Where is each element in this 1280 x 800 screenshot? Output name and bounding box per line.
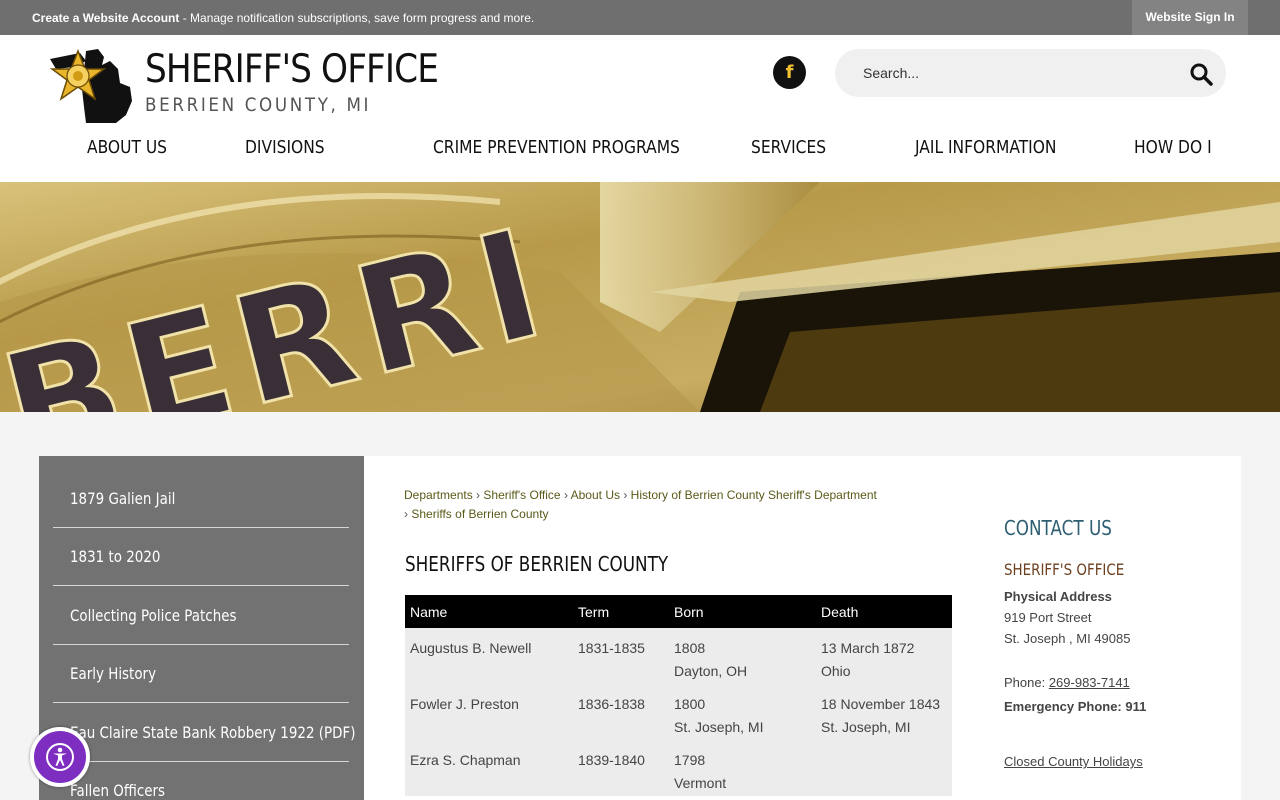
born-place: St. Joseph, MI <box>674 719 764 735</box>
sidebar-item-fallen-officers[interactable]: Fallen Officers <box>53 762 349 800</box>
sheriffs-table: Name Term Born Death Augustus B. Newell … <box>405 595 952 796</box>
cell-death: 13 March 1872 Ohio <box>816 628 952 684</box>
search-input[interactable] <box>863 63 1163 83</box>
holidays-line: Closed County Holidays <box>1004 754 1143 769</box>
main-content: Departments › Sheriff's Office › About U… <box>364 456 1241 800</box>
cell-born: 1808 Dayton, OH <box>669 628 816 684</box>
office-heading: SHERIFF'S OFFICE <box>1004 560 1125 579</box>
cell-name: Ezra S. Chapman <box>405 740 573 796</box>
cell-term: 1839-1840 <box>573 740 669 796</box>
page-title: SHERIFFS OF BERRIEN COUNTY <box>405 552 669 576</box>
phone-line: Phone: 269-983-7141 <box>1004 675 1130 690</box>
cell-term: 1836-1838 <box>573 684 669 740</box>
breadcrumb-separator: › <box>563 488 568 502</box>
sidebar-item-label: 1879 Galien Jail <box>70 489 176 508</box>
search-icon[interactable] <box>1189 62 1213 86</box>
facebook-icon[interactable]: f <box>773 56 806 89</box>
death-place: St. Joseph, MI <box>821 719 911 735</box>
address-label: Physical Address <box>1004 589 1112 604</box>
column-header-name: Name <box>405 595 573 628</box>
breadcrumb-about-us[interactable]: About Us <box>571 488 620 502</box>
born-year: 1800 <box>674 696 706 712</box>
breadcrumb-separator: › <box>404 507 408 521</box>
sidebar-item-early-history[interactable]: Early History <box>53 645 349 703</box>
street-address: 919 Port Street <box>1004 610 1092 625</box>
cell-born: 1798 Vermont <box>669 740 816 796</box>
account-description: - Manage notification subscriptions, sav… <box>179 11 535 25</box>
breadcrumb: Departments › Sheriff's Office › About U… <box>404 486 924 524</box>
column-header-term: Term <box>573 595 669 628</box>
table-header-row: Name Term Born Death <box>405 595 952 628</box>
accessibility-button[interactable] <box>30 727 90 787</box>
main-navigation: ABOUT US DIVISIONS CRIME PREVENTION PROG… <box>0 137 1280 163</box>
cell-term: 1831-1835 <box>573 628 669 684</box>
column-header-born: Born <box>669 595 816 628</box>
nav-crime-prevention-programs[interactable]: CRIME PREVENTION PROGRAMS <box>433 137 680 158</box>
nav-services[interactable]: SERVICES <box>751 137 826 158</box>
hero-banner-image: BERRI <box>0 182 1280 412</box>
phone-link[interactable]: 269-983-7141 <box>1049 675 1130 690</box>
death-date: 13 March 1872 <box>821 640 915 656</box>
sidebar-item-label: Collecting Police Patches <box>70 606 237 625</box>
born-year: 1808 <box>674 640 706 656</box>
site-subtitle: BERRIEN COUNTY, MI <box>145 94 372 116</box>
breadcrumb-current-page[interactable]: Sheriffs of Berrien County <box>411 507 548 521</box>
city-state-zip: St. Joseph , MI 49085 <box>1004 631 1131 646</box>
sidebar-item-1879-galien-jail[interactable]: 1879 Galien Jail <box>53 470 349 528</box>
sheriff-badge-icon[interactable] <box>46 43 136 125</box>
cell-name: Augustus B. Newell <box>405 628 573 684</box>
account-message: Create a Website Account - Manage notifi… <box>32 11 534 25</box>
accessibility-person-icon <box>46 743 74 771</box>
nav-jail-information[interactable]: JAIL INFORMATION <box>915 137 1057 158</box>
sidebar-item-collecting-police-patches[interactable]: Collecting Police Patches <box>53 587 349 645</box>
death-date: 18 November 1843 <box>821 696 941 712</box>
nav-about-us[interactable]: ABOUT US <box>87 137 167 158</box>
website-sign-in-button[interactable]: Website Sign In <box>1132 0 1248 35</box>
badge-photo: BERRI <box>0 182 1280 412</box>
closed-county-holidays-link[interactable]: Closed County Holidays <box>1004 754 1143 769</box>
sidebar-item-label: 1831 to 2020 <box>70 547 161 566</box>
breadcrumb-history[interactable]: History of Berrien County Sheriff's Depa… <box>631 488 877 502</box>
sidebar-item-label: Early History <box>70 664 157 683</box>
sidebar-item-label: Fallen Officers <box>70 781 166 800</box>
breadcrumb-separator: › <box>623 488 628 502</box>
born-year: 1798 <box>674 752 706 768</box>
nav-how-do-i[interactable]: HOW DO I <box>1134 137 1212 158</box>
breadcrumb-separator: › <box>476 488 481 502</box>
top-utility-bar: Create a Website Account - Manage notifi… <box>0 0 1280 35</box>
contact-us-panel: CONTACT US SHERIFF'S OFFICE Physical Add… <box>1004 516 1224 769</box>
create-account-link[interactable]: Create a Website Account <box>32 11 179 25</box>
search-box <box>835 49 1226 97</box>
cell-death: 18 November 1843 St. Joseph, MI <box>816 684 952 740</box>
breadcrumb-sheriffs-office[interactable]: Sheriff's Office <box>483 488 560 502</box>
death-place: Ohio <box>821 663 851 679</box>
table-row: Fowler J. Preston 1836-1838 1800 St. Jose… <box>405 684 952 740</box>
site-header: SHERIFF'S OFFICE BERRIEN COUNTY, MI f AB… <box>0 35 1280 182</box>
cell-born: 1800 St. Joseph, MI <box>669 684 816 740</box>
table-row: Ezra S. Chapman 1839-1840 1798 Vermont <box>405 740 952 796</box>
born-place: Dayton, OH <box>674 663 748 679</box>
sidebar-item-eau-claire-robbery[interactable]: Eau Claire State Bank Robbery 1922 (PDF) <box>53 704 355 762</box>
cell-death <box>816 740 952 796</box>
column-header-death: Death <box>816 595 952 628</box>
born-place: Vermont <box>674 775 727 791</box>
contact-heading: CONTACT US <box>1004 516 1112 540</box>
nav-divisions[interactable]: DIVISIONS <box>245 137 325 158</box>
cell-name: Fowler J. Preston <box>405 684 573 740</box>
breadcrumb-departments[interactable]: Departments <box>404 488 473 502</box>
sidebar-item-label: Eau Claire State Bank Robbery 1922 (PDF) <box>70 723 356 742</box>
table-row: Augustus B. Newell 1831-1835 1808 Dayton,… <box>405 628 952 684</box>
site-title[interactable]: SHERIFF'S OFFICE <box>145 47 439 92</box>
phone-label: Phone: <box>1004 675 1049 690</box>
emergency-phone: Emergency Phone: 911 <box>1004 699 1147 714</box>
sidebar-item-1831-to-2020[interactable]: 1831 to 2020 <box>53 528 349 586</box>
